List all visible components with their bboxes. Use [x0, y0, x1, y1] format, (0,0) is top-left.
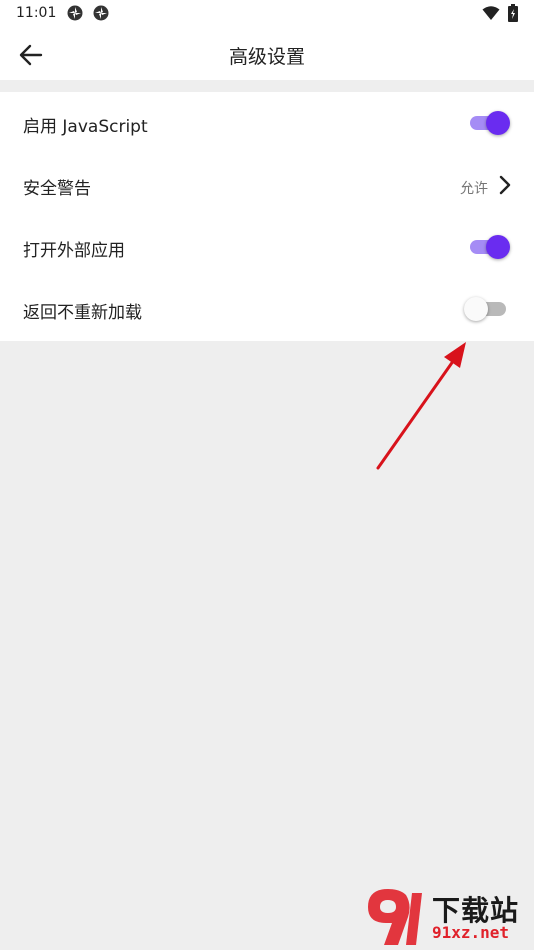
settings-list: 启用 JavaScript 安全警告 允许 打开外部应用 返回不重新加载 — [0, 92, 534, 341]
switch-thumb — [486, 111, 510, 135]
top-area: 11:01 高级设置 — [0, 0, 534, 80]
setting-row-javascript[interactable]: 启用 JavaScript — [0, 92, 534, 154]
setting-label: 启用 JavaScript — [23, 117, 148, 137]
site-watermark: 下载站 91xz.net — [362, 883, 534, 950]
app-bar: 高级设置 — [0, 28, 534, 80]
setting-label: 返回不重新加载 — [23, 303, 142, 323]
setting-row-open-external-apps[interactable]: 打开外部应用 — [0, 216, 534, 278]
javascript-toggle[interactable] — [468, 111, 510, 135]
sync-icon — [67, 5, 83, 21]
status-bar: 11:01 — [0, 0, 534, 28]
status-time: 11:01 — [16, 5, 57, 21]
wifi-icon — [482, 6, 500, 20]
setting-row-no-reload-on-back[interactable]: 返回不重新加载 — [0, 278, 534, 340]
setting-value: 允许 — [460, 181, 488, 197]
annotation-arrow — [376, 342, 466, 470]
no-reload-on-back-toggle[interactable] — [464, 297, 508, 321]
watermark-sub-text: 91xz.net — [432, 923, 510, 942]
page-title: 高级设置 — [228, 46, 305, 68]
watermark-logo-icon — [368, 889, 422, 945]
chevron-right-icon — [499, 175, 511, 195]
setting-row-security-warning[interactable]: 安全警告 允许 — [0, 154, 534, 216]
sync-icon — [93, 5, 109, 21]
section-divider — [0, 80, 534, 92]
switch-thumb — [486, 235, 510, 259]
setting-label: 打开外部应用 — [23, 241, 125, 261]
setting-label: 安全警告 — [23, 179, 91, 199]
switch-thumb — [464, 297, 488, 321]
open-external-apps-toggle[interactable] — [468, 235, 510, 259]
battery-icon — [508, 4, 518, 22]
